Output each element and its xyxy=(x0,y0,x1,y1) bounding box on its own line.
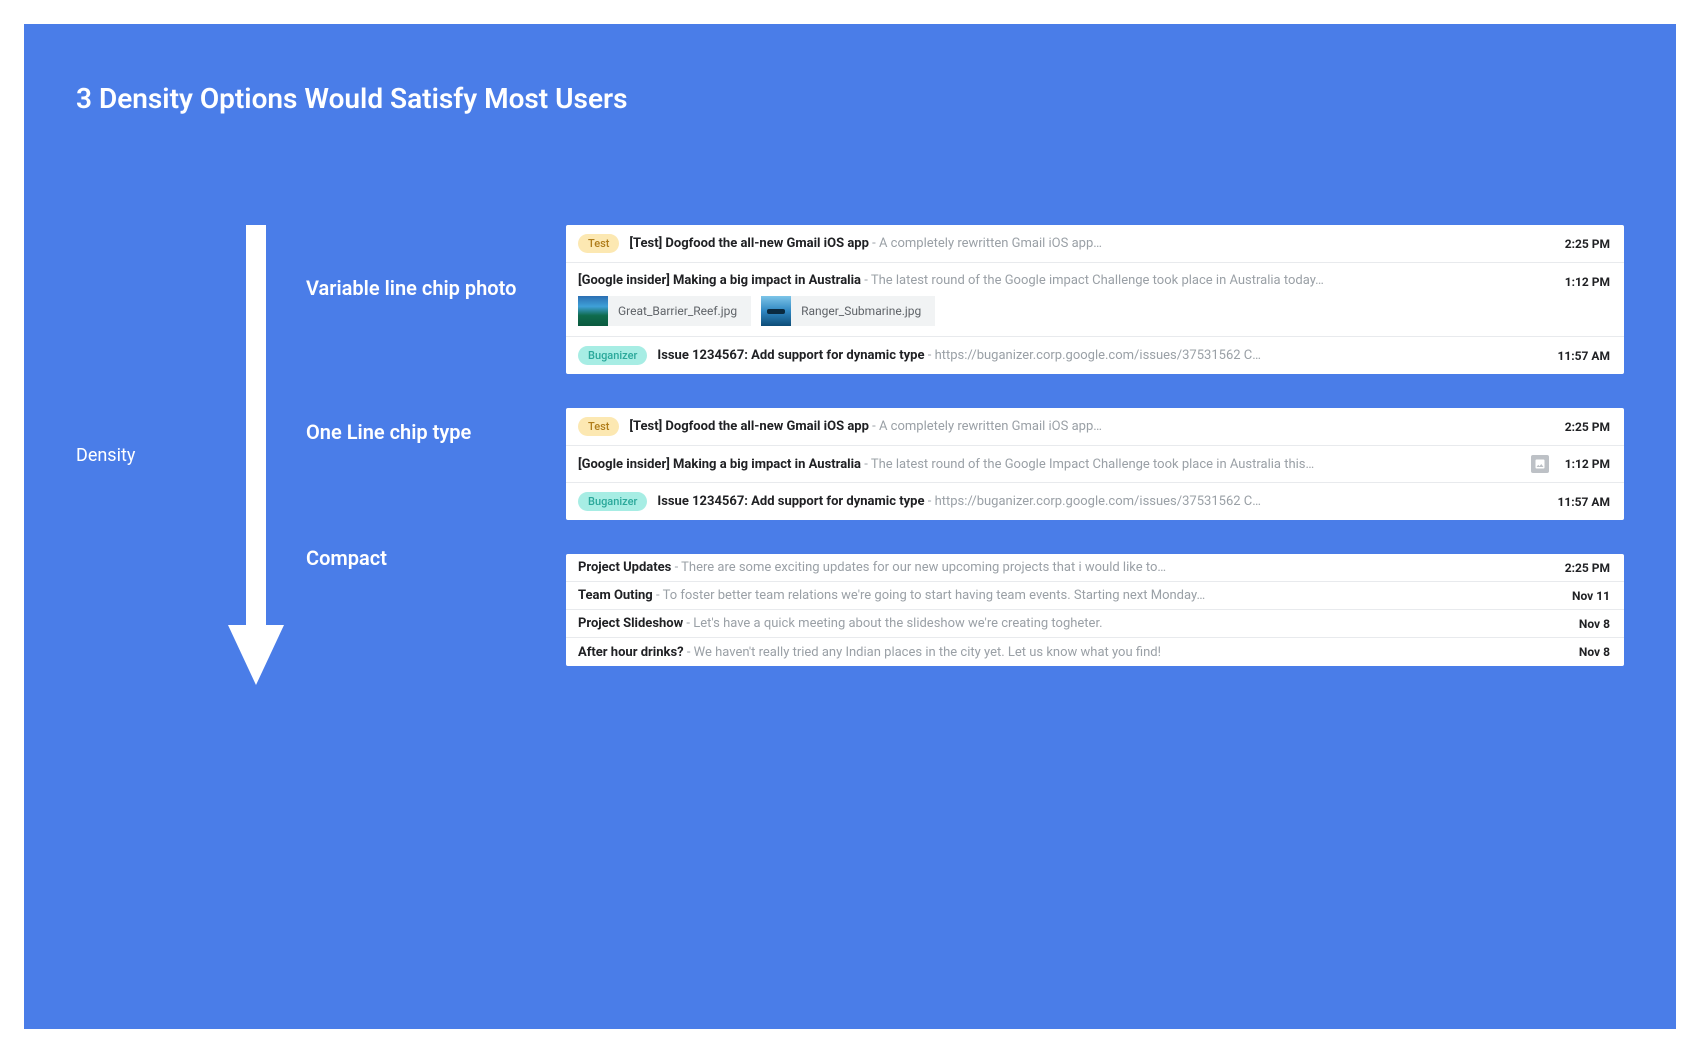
section-labels-column: Variable line chip photo One Line chip t… xyxy=(306,225,566,685)
list-variable: Test [Test] Dogfood the all-new Gmail iO… xyxy=(566,225,1624,374)
label-oneline: One Line chip type xyxy=(306,419,546,445)
attachment-chip[interactable]: Ranger_Submarine.jpg xyxy=(761,296,935,326)
preview: https://buganizer.corp.google.com/issues… xyxy=(935,494,1261,509)
row-text: [Google insider] Making a big impact in … xyxy=(578,273,1549,288)
attachment-thumb-icon xyxy=(578,296,608,326)
attachments: Great_Barrier_Reef.jpg Ranger_Submarine.… xyxy=(578,296,1549,326)
subject: [Test] Dogfood the all-new Gmail iOS app xyxy=(629,419,868,434)
subject: Issue 1234567: Add support for dynamic t… xyxy=(657,348,924,363)
time: Nov 8 xyxy=(1579,617,1610,631)
list-item[interactable]: [Google insider] Making a big impact in … xyxy=(566,446,1624,483)
label-compact: Compact xyxy=(306,545,546,571)
list-item[interactable]: Team Outing - To foster better team rela… xyxy=(566,582,1624,610)
attachment-name: Great_Barrier_Reef.jpg xyxy=(618,304,737,318)
separator: - xyxy=(928,494,935,509)
attachment-name: Ranger_Submarine.jpg xyxy=(801,304,921,318)
chip-buganizer: Buganizer xyxy=(578,346,647,365)
row-text: [Google insider] Making a big impact in … xyxy=(578,457,1521,472)
separator: - xyxy=(872,419,879,434)
axis-label-column: Density xyxy=(76,225,206,685)
preview: https://buganizer.corp.google.com/issues… xyxy=(935,348,1261,363)
list-item[interactable]: Buganizer Issue 1234567: Add support for… xyxy=(566,483,1624,520)
subject: Project Slideshow xyxy=(578,616,683,631)
lists-column: Test [Test] Dogfood the all-new Gmail iO… xyxy=(566,225,1624,685)
time: Nov 11 xyxy=(1572,589,1610,603)
time: Nov 8 xyxy=(1579,645,1610,659)
row-text: Project Slideshow - Let's have a quick m… xyxy=(578,616,1563,631)
separator: - xyxy=(656,588,663,603)
list-item[interactable]: Project Updates - There are some excitin… xyxy=(566,554,1624,582)
row-text: Team Outing - To foster better team rela… xyxy=(578,588,1556,603)
separator: - xyxy=(872,236,879,251)
subject: [Test] Dogfood the all-new Gmail iOS app xyxy=(629,236,868,251)
label-variable: Variable line chip photo xyxy=(306,275,546,301)
row-text: [Test] Dogfood the all-new Gmail iOS app… xyxy=(629,236,1548,251)
variable-body: [Google insider] Making a big impact in … xyxy=(578,273,1549,326)
image-attachment-icon xyxy=(1531,455,1549,473)
separator: - xyxy=(864,457,871,472)
time: 1:12 PM xyxy=(1565,457,1610,471)
time: 1:12 PM xyxy=(1565,275,1610,289)
content-area: Density Variable line chip photo One Lin… xyxy=(76,225,1624,685)
preview: Let's have a quick meeting about the sli… xyxy=(693,616,1102,631)
list-item[interactable]: Test [Test] Dogfood the all-new Gmail iO… xyxy=(566,408,1624,446)
list-item[interactable]: Buganizer Issue 1234567: Add support for… xyxy=(566,337,1624,374)
row-text: [Test] Dogfood the all-new Gmail iOS app… xyxy=(629,419,1548,434)
slide: 3 Density Options Would Satisfy Most Use… xyxy=(24,24,1676,1029)
preview: To foster better team relations we're go… xyxy=(663,588,1206,603)
list-item[interactable]: [Google insider] Making a big impact in … xyxy=(566,263,1624,337)
list-item[interactable]: Project Slideshow - Let's have a quick m… xyxy=(566,610,1624,638)
arrow-down-icon xyxy=(228,225,284,685)
separator: - xyxy=(864,273,871,288)
time: 2:25 PM xyxy=(1565,561,1610,575)
preview: A completely rewritten Gmail iOS app… xyxy=(879,419,1102,434)
list-oneline: Test [Test] Dogfood the all-new Gmail iO… xyxy=(566,408,1624,520)
density-axis-label: Density xyxy=(76,445,135,466)
preview: We haven't really tried any Indian place… xyxy=(694,645,1161,660)
separator: - xyxy=(928,348,935,363)
subject: [Google insider] Making a big impact in … xyxy=(578,457,861,472)
subject: Project Updates xyxy=(578,560,671,575)
time: 11:57 AM xyxy=(1558,349,1610,363)
subject: Team Outing xyxy=(578,588,653,603)
chip-test: Test xyxy=(578,417,619,436)
subject: After hour drinks? xyxy=(578,645,684,660)
row-text: Issue 1234567: Add support for dynamic t… xyxy=(657,348,1541,363)
slide-title: 3 Density Options Would Satisfy Most Use… xyxy=(76,82,1624,115)
chip-test: Test xyxy=(578,234,619,253)
preview: There are some exciting updates for our … xyxy=(681,560,1166,575)
list-item[interactable]: Test [Test] Dogfood the all-new Gmail iO… xyxy=(566,225,1624,263)
row-text: After hour drinks? - We haven't really t… xyxy=(578,645,1563,660)
chip-buganizer: Buganizer xyxy=(578,492,647,511)
row-text: Issue 1234567: Add support for dynamic t… xyxy=(657,494,1541,509)
preview: A completely rewritten Gmail iOS app… xyxy=(879,236,1102,251)
density-arrow-column xyxy=(206,225,306,685)
attachment-chip[interactable]: Great_Barrier_Reef.jpg xyxy=(578,296,751,326)
subject: [Google insider] Making a big impact in … xyxy=(578,273,861,288)
preview: The latest round of the Google impact Ch… xyxy=(871,273,1324,288)
separator: - xyxy=(687,645,694,660)
preview: The latest round of the Google Impact Ch… xyxy=(871,457,1314,472)
subject: Issue 1234567: Add support for dynamic t… xyxy=(657,494,924,509)
attachment-thumb-icon xyxy=(761,296,791,326)
row-text: Project Updates - There are some excitin… xyxy=(578,560,1549,575)
time: 2:25 PM xyxy=(1565,420,1610,434)
time: 11:57 AM xyxy=(1558,495,1610,509)
list-item[interactable]: After hour drinks? - We haven't really t… xyxy=(566,638,1624,666)
time: 2:25 PM xyxy=(1565,237,1610,251)
list-compact: Project Updates - There are some excitin… xyxy=(566,554,1624,666)
